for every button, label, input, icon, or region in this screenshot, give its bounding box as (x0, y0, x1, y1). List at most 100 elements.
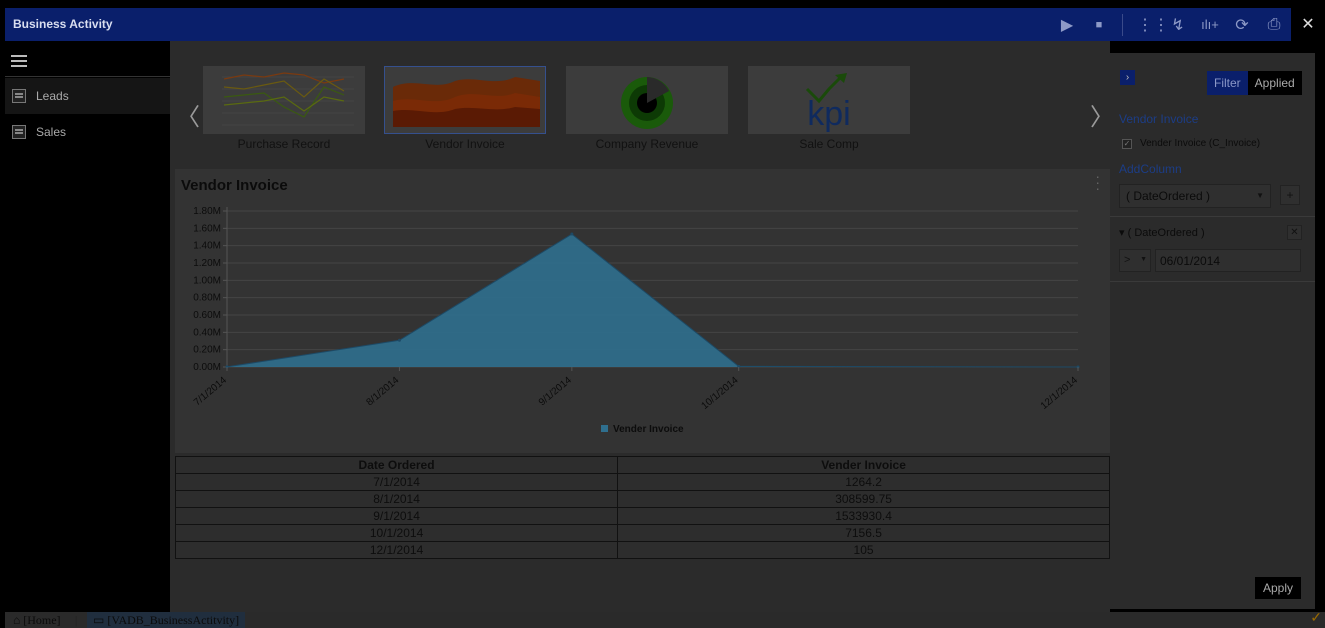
thumb-label: Vendor Invoice (425, 137, 505, 151)
list-icon (12, 89, 26, 103)
table-cell: 12/1/2014 (174, 541, 619, 559)
table-cell: 7/1/2014 (174, 473, 619, 491)
y-tick-label: 1.00M (193, 275, 221, 286)
sidebar: Leads Sales (5, 41, 170, 612)
donut-chart-thumbnail (566, 66, 728, 134)
stop-icon[interactable]: ■ (1090, 19, 1108, 31)
table-row: 8/1/2014 308599.75 (174, 490, 1110, 508)
home-link[interactable]: ⌂ [Home] (13, 613, 61, 628)
line-chart-thumbnail (203, 66, 365, 134)
series-checkbox[interactable]: ✓ Vender Invoice (C_Invoice) (1122, 138, 1260, 149)
sidebar-item-leads[interactable]: Leads (5, 78, 170, 114)
carousel-prev-icon[interactable]: 〈 (176, 97, 200, 132)
thumb-vendor-invoice[interactable]: Vendor Invoice (384, 66, 546, 151)
filter-tabs: Filter Applied (1207, 71, 1302, 95)
thumb-purchase-record[interactable]: Purchase Record (203, 66, 365, 151)
column-header: Date Ordered (174, 456, 619, 474)
close-button[interactable]: ✕ (1291, 8, 1325, 41)
hamburger-icon[interactable] (11, 55, 27, 70)
more-options-icon[interactable]: · · · (1095, 169, 1100, 195)
title-bar: Business Activity ▶ ■ ⋮⋮ ↯ ılı+ ⟳ ⎙ ✕ (5, 8, 1325, 41)
data-point (397, 338, 401, 342)
checkbox-icon[interactable]: ✓ (1122, 138, 1132, 149)
close-icon: ✕ (1301, 16, 1315, 33)
thumb-label: Company Revenue (595, 137, 699, 151)
bar-add-icon[interactable]: ılı+ (1201, 17, 1219, 32)
data-point (570, 232, 574, 236)
chart-carousel: 〈 Purchase Record Vendor Invoice Company… (170, 41, 1114, 161)
home-label: [Home] (23, 613, 61, 627)
refresh-icon[interactable]: ⟳ (1233, 15, 1251, 35)
operator-select[interactable]: > ▼ (1119, 249, 1151, 272)
thumb-label: Sale Comp (799, 137, 859, 151)
play-icon[interactable]: ▶ (1058, 15, 1076, 35)
home-icon: ⌂ (13, 613, 21, 627)
print-icon[interactable]: ⎙ (1265, 16, 1283, 34)
y-tick-label: 0.20M (193, 345, 221, 356)
main-content: 〈 Purchase Record Vendor Invoice Company… (170, 41, 1114, 612)
window-tab-label: [VADB_BusinessActitvity] (107, 613, 240, 627)
tab-applied[interactable]: Applied (1247, 71, 1302, 95)
toolbar: ▶ ■ ⋮⋮ ↯ ılı+ ⟳ ⎙ (1058, 8, 1283, 41)
close-icon: ✕ (1290, 227, 1299, 238)
remove-filter-button[interactable]: ✕ (1287, 225, 1302, 240)
window-icon: ▭ (93, 613, 105, 627)
filter-value-input[interactable]: 06/01/2014 (1155, 249, 1301, 272)
add-column-select[interactable]: ( DateOrdered ) ▼ (1119, 184, 1271, 208)
add-column-label: AddColumn (1119, 162, 1182, 176)
chart-panel: Vendor Invoice · · · 0.00M 0.20M 0.40M 0.60M 0… (175, 169, 1110, 453)
table-cell: 10/1/2014 (174, 524, 619, 542)
toolbar-divider (1122, 13, 1123, 36)
table-header-row: Date Ordered Vender Invoice (174, 456, 1110, 474)
operator-value: > (1124, 254, 1131, 266)
kpi-logo-text: kpi (807, 95, 850, 133)
thumb-company-revenue[interactable]: Company Revenue (566, 66, 728, 151)
kpi-logo-thumbnail: kpi (748, 66, 910, 134)
table-row: 10/1/2014 7156.5 (174, 524, 1110, 542)
filter-section-title: Vendor Invoice (1119, 112, 1199, 126)
apply-button[interactable]: Apply (1255, 577, 1301, 599)
table-cell: 8/1/2014 (174, 490, 619, 508)
table-cell: 7156.5 (617, 524, 1110, 542)
active-window-tab[interactable]: ▭ [VADB_BusinessActitvity] (87, 612, 246, 628)
table-cell: 105 (617, 541, 1110, 559)
expand-panel-button[interactable]: › (1120, 70, 1135, 85)
sidebar-item-label: Leads (36, 89, 69, 103)
caret-down-icon: ▾ (1119, 227, 1125, 239)
thumb-sale-comp[interactable]: kpi Sale Comp (748, 66, 910, 151)
check-icon: ✓ (1310, 611, 1322, 626)
plus-icon: + (1286, 188, 1294, 202)
chevron-down-icon: ▼ (1140, 256, 1147, 263)
add-column-button[interactable]: + (1280, 185, 1300, 205)
x-tick-label: 9/1/2014 (537, 375, 574, 409)
chevron-right-icon: › (1125, 72, 1130, 83)
checkbox-label: Vender Invoice (C_Invoice) (1140, 138, 1261, 149)
sidebar-item-label: Sales (36, 125, 67, 139)
sidebar-item-sales[interactable]: Sales (5, 114, 170, 150)
grid-icon[interactable]: ⋮⋮ (1137, 15, 1169, 35)
table-cell: 1533930.4 (617, 507, 1110, 525)
status-bar: ⌂ [Home] | ▭ [VADB_BusinessActitvity] ✓ (5, 611, 1325, 628)
y-tick-label: 0.40M (193, 327, 221, 338)
table-cell: 1264.2 (617, 473, 1110, 491)
tab-filter[interactable]: Filter (1207, 71, 1248, 95)
thumb-label: Purchase Record (237, 137, 331, 151)
y-tick-label: 0.60M (193, 310, 221, 321)
x-tick-label: 12/1/2014 (1039, 375, 1080, 412)
app-title: Business Activity (13, 17, 113, 31)
divider (1110, 281, 1315, 282)
select-value: ( DateOrdered ) (1126, 189, 1211, 203)
y-tick-label: 1.60M (193, 223, 221, 234)
table-row: 12/1/2014 105 (174, 541, 1110, 559)
filter-field-label: ( DateOrdered ) (1127, 227, 1205, 239)
table-row: 9/1/2014 1533930.4 (174, 507, 1110, 525)
y-tick-label: 1.20M (193, 258, 221, 269)
x-tick-label: 8/1/2014 (364, 375, 401, 409)
area-chart: 0.00M 0.20M 0.40M 0.60M 0.80M 1.00M 1.20M 1.40M… (192, 206, 1080, 435)
table-row: 7/1/2014 1264.2 (174, 473, 1110, 491)
table-cell: 308599.75 (617, 490, 1110, 508)
status-separator: | (75, 613, 78, 627)
trend-add-icon[interactable]: ↯ (1169, 15, 1187, 35)
list-icon (12, 125, 26, 139)
filter-field-header[interactable]: ▾ ( DateOrdered ) (1119, 226, 1205, 239)
